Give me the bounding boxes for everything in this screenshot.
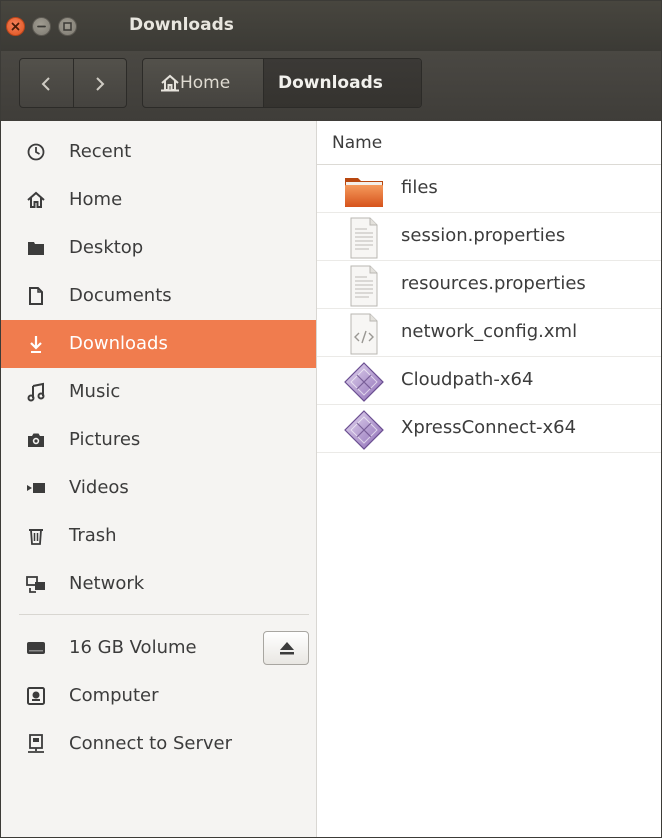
file-row[interactable]: Cloudpath-x64 bbox=[317, 357, 661, 405]
sidebar-item-documents[interactable]: Documents bbox=[1, 272, 316, 320]
sidebar-item-recent[interactable]: Recent bbox=[1, 128, 316, 176]
sidebar-item-label: Pictures bbox=[69, 429, 141, 450]
file-row[interactable]: network_config.xml bbox=[317, 309, 661, 357]
sidebar-item-label: Downloads bbox=[69, 333, 168, 354]
minimize-icon bbox=[37, 25, 46, 28]
breadcrumb-home-label: Home bbox=[180, 73, 231, 93]
file-name: network_config.xml bbox=[401, 321, 578, 342]
desktop-folder-icon bbox=[28, 242, 44, 255]
eject-button[interactable] bbox=[263, 631, 309, 665]
computer-icon bbox=[27, 687, 45, 705]
sidebar-item-computer[interactable]: Computer bbox=[1, 672, 316, 720]
toolbar: Home Downloads bbox=[1, 51, 661, 122]
sidebar-divider bbox=[19, 614, 309, 615]
file-name: XpressConnect-x64 bbox=[401, 417, 577, 438]
sidebar-item-pictures[interactable]: Pictures bbox=[1, 416, 316, 464]
sidebar-item-label: Home bbox=[69, 189, 123, 210]
sidebar-item-label: Trash bbox=[69, 525, 117, 546]
sidebar: Recent Home Desktop Documents Downloads … bbox=[1, 121, 317, 837]
sidebar-item-connect-to-server[interactable]: Connect to Server bbox=[1, 720, 316, 768]
folder-icon bbox=[345, 178, 383, 207]
file-manager-window: Downloads Home Downloads Recent Home Des… bbox=[0, 0, 662, 838]
navigation-buttons bbox=[19, 58, 127, 108]
drive-icon bbox=[27, 642, 45, 654]
column-header-label: Name bbox=[332, 133, 383, 153]
file-row[interactable]: XpressConnect-x64 bbox=[317, 405, 661, 453]
sidebar-item-label: Computer bbox=[69, 685, 159, 706]
xml-file-icon bbox=[350, 313, 378, 355]
column-header-name[interactable]: Name bbox=[317, 121, 661, 165]
sidebar-item-music[interactable]: Music bbox=[1, 368, 316, 416]
server-icon bbox=[28, 734, 44, 753]
sidebar-item-label: Network bbox=[69, 573, 145, 594]
file-list: Name files session.properties resources.… bbox=[317, 121, 661, 837]
sidebar-item-label: Connect to Server bbox=[69, 733, 232, 754]
file-name: resources.properties bbox=[401, 273, 586, 294]
breadcrumb: Home Downloads bbox=[142, 58, 422, 108]
back-button[interactable] bbox=[20, 59, 74, 107]
sidebar-item-network[interactable]: Network bbox=[1, 560, 316, 608]
chevron-left-icon bbox=[41, 77, 50, 91]
close-window-button[interactable] bbox=[6, 17, 25, 36]
sidebar-item-videos[interactable]: Videos bbox=[1, 464, 316, 512]
video-camera-icon bbox=[27, 483, 45, 493]
maximize-icon bbox=[63, 22, 72, 31]
sidebar-item-trash[interactable]: Trash bbox=[1, 512, 316, 560]
sidebar-item-label: Documents bbox=[69, 285, 172, 306]
executable-icon bbox=[344, 410, 384, 450]
sidebar-item-downloads[interactable]: Downloads bbox=[1, 320, 316, 368]
home-icon bbox=[27, 191, 45, 208]
forward-button[interactable] bbox=[74, 59, 127, 107]
minimize-window-button[interactable] bbox=[32, 17, 51, 36]
close-icon bbox=[11, 22, 20, 31]
file-name: Cloudpath-x64 bbox=[401, 369, 534, 390]
text-file-icon bbox=[350, 217, 378, 259]
title-bar[interactable]: Downloads bbox=[1, 1, 661, 51]
camera-icon bbox=[28, 433, 44, 447]
eject-icon bbox=[280, 642, 294, 655]
sidebar-item-label: Desktop bbox=[69, 237, 144, 258]
document-icon bbox=[29, 287, 43, 305]
text-file-icon bbox=[350, 265, 378, 307]
clock-icon bbox=[27, 143, 45, 161]
music-note-icon bbox=[27, 382, 45, 402]
window-title: Downloads bbox=[129, 15, 234, 35]
trash-icon bbox=[29, 529, 43, 545]
file-row[interactable]: session.properties bbox=[317, 213, 661, 261]
sidebar-item-label: Recent bbox=[69, 141, 132, 162]
file-name: files bbox=[401, 177, 438, 198]
maximize-window-button[interactable] bbox=[58, 17, 77, 36]
sidebar-item-home[interactable]: Home bbox=[1, 176, 316, 224]
sidebar-item-16gb-volume[interactable]: 16 GB Volume bbox=[1, 624, 316, 672]
sidebar-item-label: 16 GB Volume bbox=[69, 637, 197, 658]
home-icon bbox=[161, 74, 179, 92]
breadcrumb-downloads[interactable]: Downloads bbox=[264, 59, 421, 107]
sidebar-item-desktop[interactable]: Desktop bbox=[1, 224, 316, 272]
breadcrumb-downloads-label: Downloads bbox=[278, 73, 383, 93]
network-icon bbox=[26, 576, 45, 593]
breadcrumb-home[interactable]: Home bbox=[143, 59, 264, 107]
sidebar-item-label: Music bbox=[69, 381, 121, 402]
sidebar-item-label: Videos bbox=[69, 477, 129, 498]
file-row[interactable]: resources.properties bbox=[317, 261, 661, 309]
executable-icon bbox=[344, 362, 384, 402]
chevron-right-icon bbox=[96, 77, 105, 91]
file-row[interactable]: files bbox=[317, 165, 661, 213]
download-arrow-icon bbox=[30, 336, 42, 353]
file-name: session.properties bbox=[401, 225, 566, 246]
